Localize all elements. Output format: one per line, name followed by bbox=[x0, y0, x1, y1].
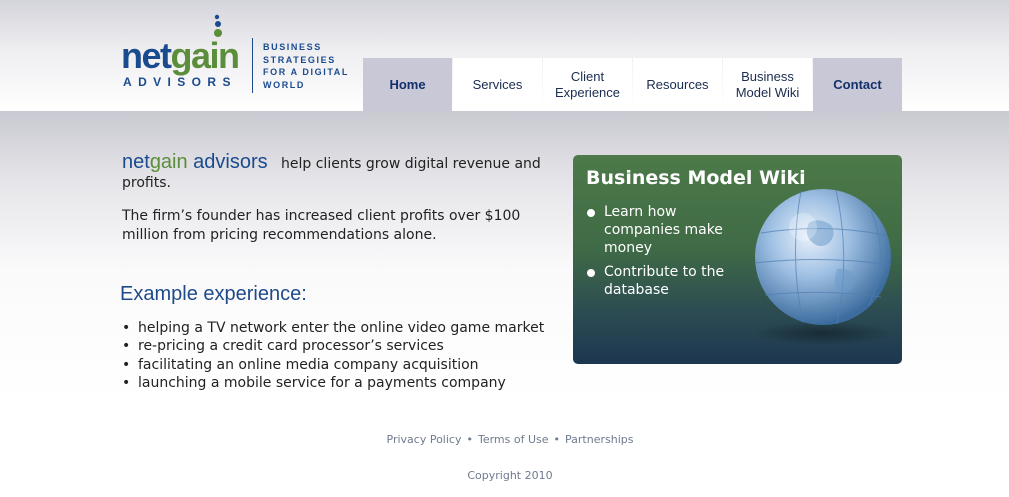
list-item: Contribute to the database bbox=[586, 263, 744, 299]
logo-wordmark: netgain bbox=[121, 35, 240, 76]
nav-business-model-wiki[interactable]: Business Model Wiki bbox=[723, 58, 812, 111]
nav-contact-label: Contact bbox=[833, 76, 882, 92]
nav-home[interactable]: Home bbox=[363, 58, 452, 111]
separator: • bbox=[466, 433, 473, 446]
list-item: Learn how companies make money bbox=[586, 203, 744, 257]
nav-services[interactable]: Services bbox=[453, 58, 542, 111]
example-experience-list: helping a TV network enter the online vi… bbox=[122, 319, 544, 392]
founder-text: The firm’s founder has increased client … bbox=[122, 208, 521, 243]
puzzle-globe-icon bbox=[753, 189, 893, 345]
logo-divider bbox=[252, 38, 253, 93]
footer-links: Privacy Policy • Terms of Use • Partnerships bbox=[0, 433, 1009, 446]
list-item: facilitating an online media company acq… bbox=[122, 356, 544, 375]
logo-advisors: ADVISORS bbox=[123, 75, 237, 89]
nav-resources[interactable]: Resources bbox=[633, 58, 722, 111]
example-experience-heading: Example experience: bbox=[120, 283, 307, 305]
nav-business-model-wiki-label: Business Model Wiki bbox=[735, 68, 800, 100]
list-item: re-pricing a credit card processor’s ser… bbox=[122, 337, 544, 356]
business-model-wiki-card[interactable]: Business Model Wiki Learn how companies … bbox=[573, 155, 902, 364]
copyright: Copyright 2010 bbox=[467, 469, 553, 482]
main-nav: Home Services Client Experience Resources… bbox=[363, 58, 902, 111]
netgain-logo[interactable]: netgain ADVISORS BUSINESS STRATEGIES FOR… bbox=[121, 14, 351, 94]
brand-name: netgain advisors bbox=[122, 151, 268, 173]
intro-text: netgain advisors help clients grow digit… bbox=[122, 151, 541, 191]
intro-section: netgain advisors help clients grow digit… bbox=[122, 151, 562, 245]
logo-tagline: BUSINESS STRATEGIES FOR A DIGITAL WORLD bbox=[263, 42, 349, 90]
separator: • bbox=[553, 433, 561, 446]
nav-resources-label: Resources bbox=[646, 76, 709, 92]
list-item: launching a mobile service for a payment… bbox=[122, 374, 544, 393]
partnerships-link[interactable]: Partnerships bbox=[565, 433, 633, 446]
terms-of-use-link[interactable]: Terms of Use bbox=[478, 433, 549, 446]
wiki-card-list: Learn how companies make money Contribut… bbox=[586, 203, 744, 305]
nav-client-experience[interactable]: Client Experience bbox=[543, 58, 632, 111]
nav-contact[interactable]: Contact bbox=[813, 58, 902, 111]
nav-home-label: Home bbox=[389, 76, 426, 92]
privacy-policy-link[interactable]: Privacy Policy bbox=[387, 433, 462, 446]
wiki-card-title: Business Model Wiki bbox=[586, 167, 806, 189]
nav-services-label: Services bbox=[472, 76, 523, 92]
nav-client-experience-label: Client Experience bbox=[554, 68, 621, 100]
list-item: helping a TV network enter the online vi… bbox=[122, 319, 544, 338]
